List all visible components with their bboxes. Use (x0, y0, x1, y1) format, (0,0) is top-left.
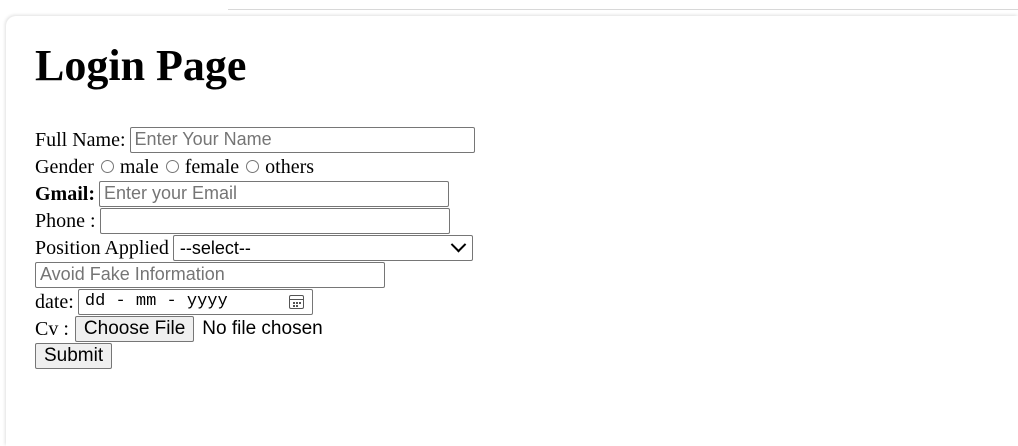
radio-others[interactable] (246, 160, 260, 173)
gender-label: Gender (35, 155, 94, 178)
gmail-input[interactable] (99, 180, 449, 207)
gender-option-male[interactable]: male (94, 154, 159, 180)
gender-row: Gender male female others (35, 153, 735, 180)
calendar-icon[interactable] (288, 294, 304, 309)
cv-label: Cv : (35, 317, 69, 340)
radio-male[interactable] (100, 160, 114, 173)
phone-label: Phone : (35, 209, 96, 232)
gender-option-female[interactable]: female (159, 154, 239, 180)
full-name-input[interactable] (129, 126, 475, 153)
cv-row: Cv : Choose File No file chosen (35, 315, 735, 342)
date-input-value: dd - mm - yyyy (84, 291, 228, 311)
fake-info-warning-input[interactable] (35, 261, 385, 288)
position-select-value: --select-- (179, 237, 251, 258)
date-row: date: dd - mm - yyyy (35, 288, 735, 315)
full-name-row: Full Name: (35, 126, 735, 153)
application-form: Full Name: Gender male female others Gma… (35, 126, 735, 369)
full-name-label: Full Name: (35, 128, 126, 151)
tab-strip-divider (228, 9, 1018, 10)
position-row: Position Applied --select-- (35, 234, 735, 261)
phone-row: Phone : (35, 207, 735, 234)
gmail-label: Gmail: (35, 182, 95, 205)
radio-others-label: others (265, 155, 315, 178)
page-title: Login Page (35, 41, 247, 90)
radio-female[interactable] (165, 160, 179, 173)
note-row (35, 261, 735, 288)
file-status-text: No file chosen (202, 317, 323, 339)
browser-tab[interactable] (0, 0, 228, 10)
position-select[interactable]: --select-- (172, 234, 473, 261)
date-input[interactable]: dd - mm - yyyy (77, 288, 313, 315)
submit-button[interactable]: Submit (35, 342, 113, 369)
browser-tab-strip (0, 0, 1018, 14)
choose-file-button[interactable]: Choose File (74, 315, 195, 342)
radio-female-label: female (184, 155, 240, 178)
date-label: date: (35, 290, 74, 313)
gender-option-others[interactable]: others (239, 154, 314, 180)
submit-row: Submit (35, 342, 735, 369)
gmail-row: Gmail: (35, 180, 735, 207)
chevron-down-icon (450, 236, 467, 253)
position-label: Position Applied (35, 236, 169, 259)
phone-input[interactable] (99, 207, 450, 234)
radio-male-label: male (119, 155, 159, 178)
